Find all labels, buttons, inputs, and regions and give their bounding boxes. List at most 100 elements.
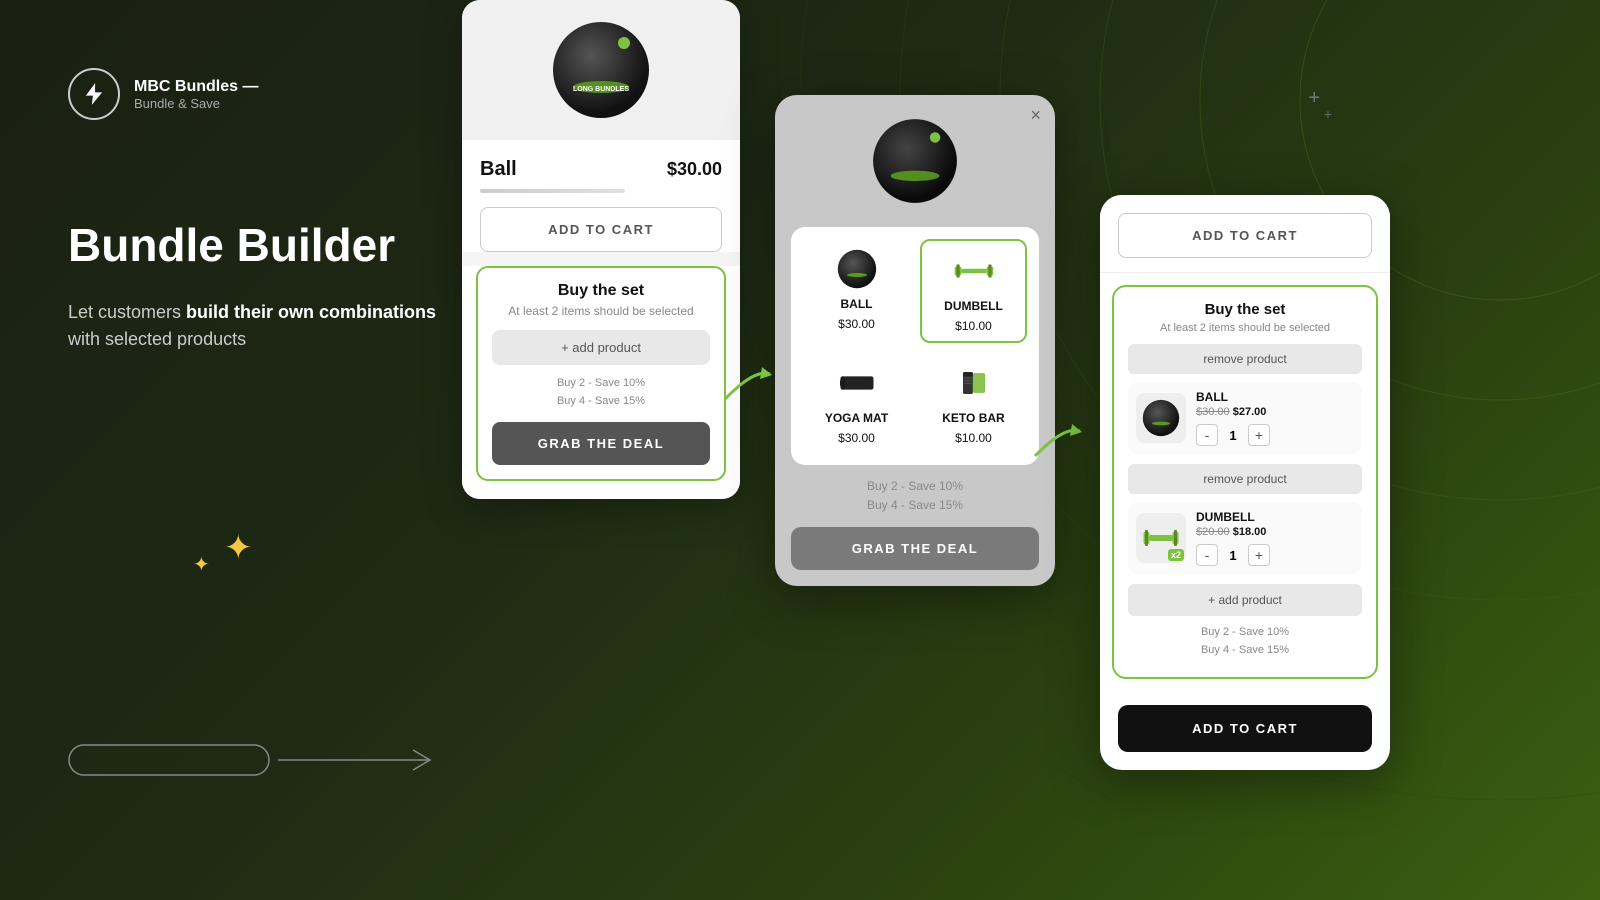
grid-yogamat-price: $30.00 <box>838 431 875 445</box>
card1-savings-line1: Buy 2 - Save 10% <box>492 375 710 393</box>
logo-subtitle: Bundle & Save <box>134 96 258 111</box>
grid-yogamat-name: YOGA MAT <box>825 411 888 425</box>
card3-dumbell-qty-increase[interactable]: + <box>1248 544 1270 566</box>
card1-product-name: Ball <box>480 158 517 181</box>
card2-close-button[interactable]: × <box>1030 105 1041 126</box>
card1-image-area: LONG BUNDLES <box>462 0 740 140</box>
card1-savings-line2: Buy 4 - Save 15% <box>492 393 710 411</box>
card3-ball-prices: $30.00 $27.00 <box>1196 406 1354 418</box>
hero-heading: Bundle Builder <box>68 220 458 271</box>
card1-add-product-button[interactable]: + add product <box>492 330 710 365</box>
card3-add-to-cart-top-button[interactable]: ADD TO CART <box>1118 213 1372 258</box>
hero-body-suffix: with selected products <box>68 329 246 349</box>
main-content: MBC Bundles — Bundle & Save Bundle Build… <box>0 0 1600 900</box>
card3-ball-name: BALL <box>1196 390 1354 404</box>
card3-dumbell-qty-decrease[interactable]: - <box>1196 544 1218 566</box>
card1-bundle-subtitle: At least 2 items should be selected <box>492 304 710 318</box>
card3-ball-qty-decrease[interactable]: - <box>1196 424 1218 446</box>
card1-bundle-inner: Buy the set At least 2 items should be s… <box>462 266 740 481</box>
card1-product-price: $30.00 <box>667 159 722 180</box>
card3-remove-product-1-button[interactable]: remove product <box>1128 344 1362 374</box>
logo-icon <box>68 68 120 120</box>
plus-deco-2: + <box>1324 106 1332 122</box>
card3-ball-qty-control: - 1 + <box>1196 424 1354 446</box>
ball-image-1: LONG BUNDLES <box>546 15 656 125</box>
card1-bundle-savings: Buy 2 - Save 10% Buy 4 - Save 15% <box>492 375 710 410</box>
card3-savings: Buy 2 - Save 10% Buy 4 - Save 15% <box>1128 624 1362 659</box>
card1-title-row: Ball $30.00 <box>480 158 722 181</box>
grid-ball-name: BALL <box>841 297 873 311</box>
card2-grab-deal-button[interactable]: GRAB THE DEAL <box>791 527 1039 570</box>
card1-add-to-cart-button[interactable]: ADD TO CART <box>480 207 722 252</box>
grid-yogamat-icon <box>835 361 879 405</box>
card1-divider <box>480 189 625 193</box>
card3-add-product-button[interactable]: + add product <box>1128 584 1362 616</box>
card3-ball-old-price: $30.00 <box>1196 406 1230 418</box>
grid-item-dumbell[interactable]: DUMBELL $10.00 <box>920 239 1027 343</box>
ball-image-2 <box>867 113 963 209</box>
grid-dumbell-price: $10.00 <box>955 319 992 333</box>
badge-x2: x2 <box>1168 549 1184 561</box>
card3-savings-line1: Buy 2 - Save 10% <box>1128 624 1362 642</box>
card2-savings-line1: Buy 2 - Save 10% <box>791 477 1039 496</box>
grid-ketobar-price: $10.00 <box>955 431 992 445</box>
card3-remove-product-2-button[interactable]: remove product <box>1128 464 1362 494</box>
card1-grab-deal-button[interactable]: GRAB THE DEAL <box>492 422 710 465</box>
grid-dumbell-icon <box>952 249 996 293</box>
sparkle-large-icon: ✦ <box>224 528 253 568</box>
hero-body-prefix: Let customers <box>68 302 186 322</box>
card3-ball-qty-increase[interactable]: + <box>1248 424 1270 446</box>
logo-text: MBC Bundles — Bundle & Save <box>134 78 258 111</box>
arrow-pill-decoration <box>68 730 448 790</box>
thumb-ball-icon <box>1141 398 1181 438</box>
svg-text:LONG BUNDLES: LONG BUNDLES <box>573 86 629 93</box>
grid-ball-icon <box>835 247 879 291</box>
logo-title: MBC Bundles — <box>134 78 258 96</box>
card2-ball-image <box>865 111 965 211</box>
card3: ADD TO CART Buy the set At least 2 items… <box>1100 195 1390 770</box>
grid-item-ketobar[interactable]: KETO BAR $10.00 <box>920 353 1027 453</box>
card3-top-section: ADD TO CART <box>1100 195 1390 273</box>
card3-dumbell-prices: $20.00 $18.00 <box>1196 526 1354 538</box>
card3-bundle-subtitle: At least 2 items should be selected <box>1128 322 1362 334</box>
card2: × <box>775 95 1055 586</box>
card1-bundle-section: Buy the set At least 2 items should be s… <box>476 266 726 481</box>
card2-savings: Buy 2 - Save 10% Buy 4 - Save 15% <box>791 477 1039 515</box>
hero-body: Let customers build their own combinatio… <box>68 299 458 353</box>
hero-body-bold: build their own combinations <box>186 302 436 322</box>
logo-svg <box>81 81 107 107</box>
card3-dumbell-info: DUMBELL $20.00 $18.00 - 1 + <box>1196 510 1354 566</box>
card3-dumbell-name: DUMBELL <box>1196 510 1354 524</box>
card3-footer: ADD TO CART <box>1100 691 1390 770</box>
card3-dumbell-qty-control: - 1 + <box>1196 544 1354 566</box>
card2-savings-line2: Buy 4 - Save 15% <box>791 496 1039 515</box>
card3-ball-qty-value: 1 <box>1224 428 1242 443</box>
card3-ball-thumbnail <box>1136 393 1186 443</box>
card3-product-row-ball: BALL $30.00 $27.00 - 1 + <box>1128 382 1362 454</box>
sparkle-small-icon: ✦ <box>193 552 210 577</box>
card3-savings-line2: Buy 4 - Save 15% <box>1128 642 1362 660</box>
card1: LONG BUNDLES Ball $30.00 ADD TO CART Buy… <box>462 0 740 499</box>
hero-section: Bundle Builder Let customers build their… <box>68 220 458 353</box>
grid-dumbell-name: DUMBELL <box>944 299 1003 313</box>
card3-product-row-dumbell: x2 DUMBELL $20.00 $18.00 - 1 + <box>1128 502 1362 574</box>
card2-product-grid: BALL $30.00 DUMBELL $10.00 <box>791 227 1039 465</box>
card3-dumbell-qty-value: 1 <box>1224 548 1242 563</box>
card3-dumbell-new-price: $18.00 <box>1233 526 1267 538</box>
card3-dumbell-old-price: $20.00 <box>1196 526 1230 538</box>
grid-item-yogamat[interactable]: YOGA MAT $30.00 <box>803 353 910 453</box>
card1-bundle-title: Buy the set <box>492 282 710 300</box>
grid-item-ball[interactable]: BALL $30.00 <box>803 239 910 343</box>
card1-body: Ball $30.00 ADD TO CART <box>462 140 740 252</box>
card3-ball-new-price: $27.00 <box>1233 406 1267 418</box>
green-arrow-1 <box>720 359 780 409</box>
card1-bundle-wrapper: Buy the set At least 2 items should be s… <box>462 266 740 499</box>
card3-ball-info: BALL $30.00 $27.00 - 1 + <box>1196 390 1354 446</box>
card3-add-to-cart-bottom-button[interactable]: ADD TO CART <box>1118 705 1372 752</box>
grid-ketobar-name: KETO BAR <box>942 411 1004 425</box>
plus-deco-1: + <box>1308 88 1320 108</box>
green-arrow-2 <box>1030 416 1090 466</box>
logo-area: MBC Bundles — Bundle & Save <box>68 68 258 120</box>
grid-ketobar-icon <box>952 361 996 405</box>
card3-bundle-section: Buy the set At least 2 items should be s… <box>1112 285 1378 679</box>
